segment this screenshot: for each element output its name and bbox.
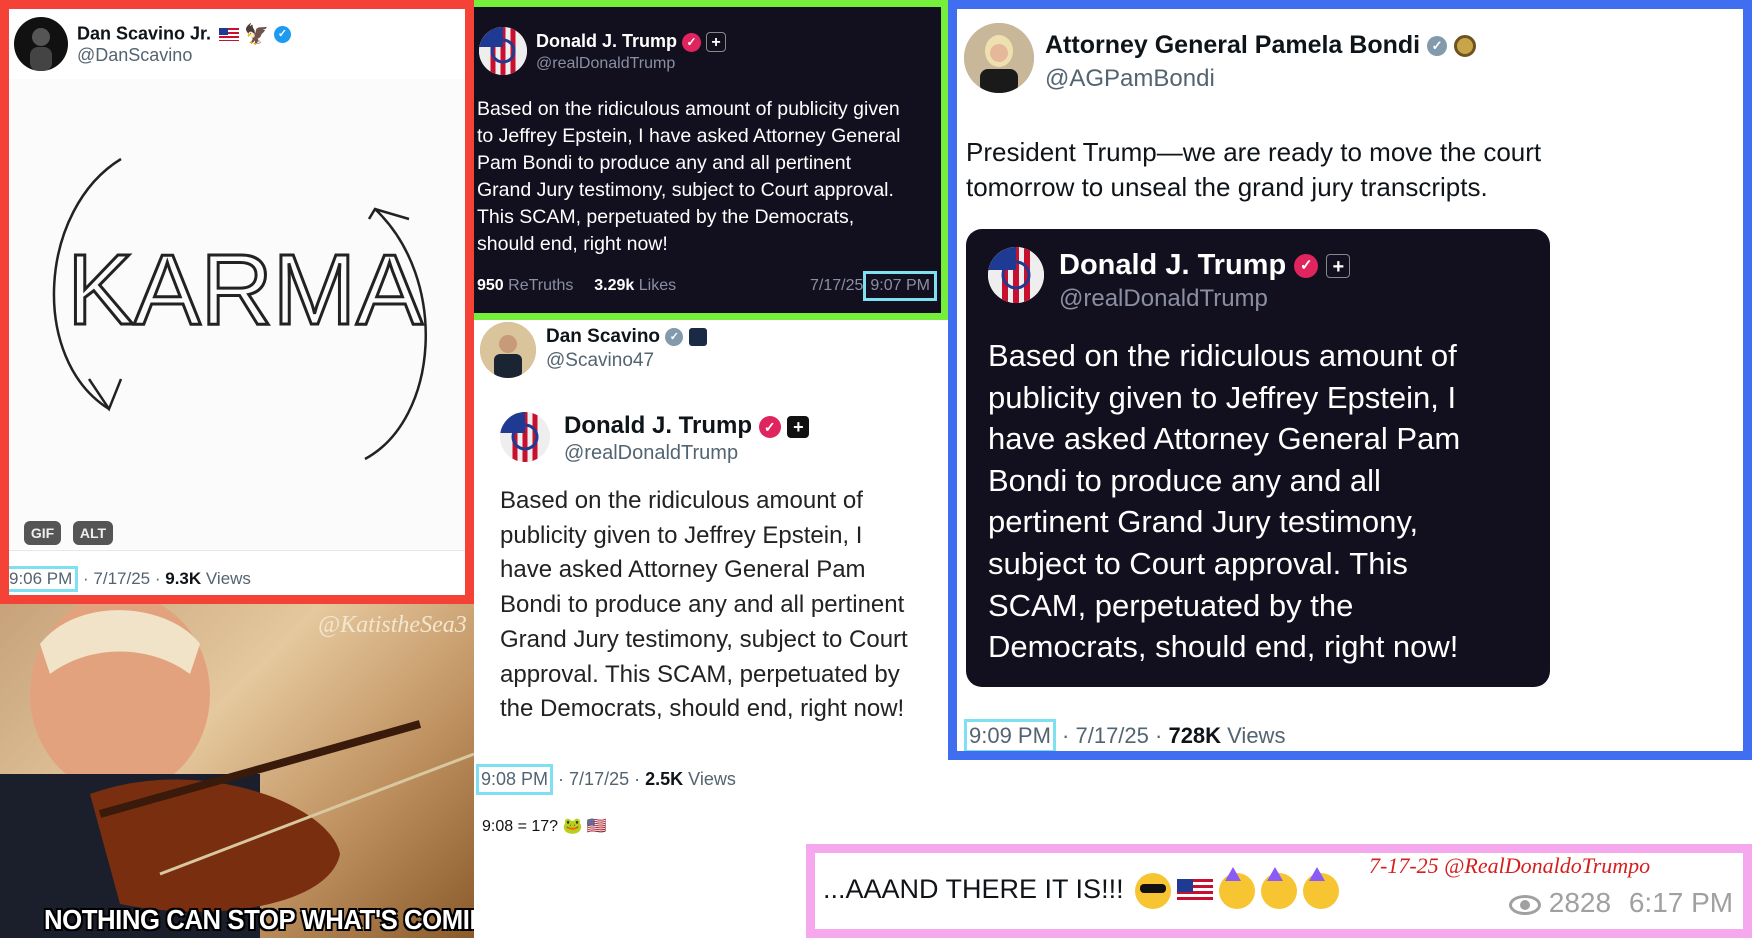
- gif-badge[interactable]: GIF: [24, 521, 61, 545]
- handle[interactable]: @Scavino47: [546, 350, 654, 372]
- retruths-count: 950: [477, 277, 504, 294]
- plus-badge-icon: +: [1326, 254, 1351, 279]
- violinist-illustration: [0, 604, 474, 938]
- alt-badge[interactable]: ALT: [73, 521, 113, 545]
- meme-image: @KatistheSea3 NOTHING CAN STOP WHAT'S CO…: [0, 604, 474, 938]
- scavino-jr-post: Dan Scavino Jr. 🦅 ✓ @DanScavino KARMA GI…: [0, 0, 474, 604]
- display-name[interactable]: Dan Scavino Jr. 🦅 ✓: [77, 22, 292, 47]
- post-meta: 9:06 PM · 7/17/25 · 9.3K Views: [9, 566, 251, 592]
- us-flag-icon: [219, 28, 240, 41]
- timestamp[interactable]: 9:08 PM: [476, 764, 554, 795]
- view-stats: 2828 6:17 PM: [1509, 887, 1733, 919]
- quoted-handle[interactable]: @realDonaldTrump: [564, 442, 738, 465]
- views-count: 9.3K: [165, 569, 202, 588]
- view-count: 2828: [1548, 887, 1612, 918]
- quoted-avatar[interactable]: [500, 412, 550, 462]
- quoted-handle[interactable]: @realDonaldTrump: [1059, 285, 1268, 313]
- us-flag-icon: [1177, 879, 1214, 903]
- avatar[interactable]: [479, 27, 527, 75]
- views-count: 728K: [1168, 723, 1222, 748]
- avatar[interactable]: [480, 322, 536, 378]
- truth-social-post: Donald J. Trump ✓ + @realDonaldTrump Bas…: [474, 0, 948, 320]
- eye-icon: [1509, 894, 1541, 915]
- date-stamp: 7-17-25 @RealDonaldoTrumpo: [1369, 853, 1651, 878]
- doj-seal-icon: [1454, 35, 1477, 58]
- watermark: @KatistheSea3: [318, 612, 467, 638]
- footer-post: ...AAAND THERE IT IS!!! 7-17-25 @RealDon…: [806, 844, 1752, 938]
- caption: 9:08 = 17? 🐸 🇺🇸: [482, 818, 607, 835]
- post-body: President Trump—we are ready to move the…: [966, 137, 1542, 202]
- avatar[interactable]: [14, 17, 68, 71]
- display-name[interactable]: Dan Scavino ✓: [546, 326, 707, 348]
- quoted-post-card[interactable]: Donald J. Trump ✓ + @realDonaldTrump Bas…: [966, 229, 1550, 687]
- verified-badge-icon: ✓: [758, 415, 781, 438]
- quoted-body: Based on the ridiculous amount of public…: [988, 338, 1461, 665]
- handle[interactable]: @DanScavino: [77, 45, 192, 66]
- plus-badge-icon: +: [706, 32, 727, 53]
- quoted-avatar[interactable]: [988, 247, 1044, 303]
- display-name[interactable]: Donald J. Trump ✓ +: [536, 31, 727, 53]
- verified-badge-icon: ✓: [1294, 254, 1319, 279]
- eagle-icon: 🦅: [244, 24, 269, 46]
- footer-text: ...AAAND THERE IT IS!!!: [823, 867, 1345, 909]
- sunglasses-face-icon: [1135, 873, 1172, 909]
- verified-badge-icon: ✓: [274, 26, 292, 43]
- verified-badge-icon: ✓: [682, 32, 702, 52]
- quoted-display-name[interactable]: Donald J. Trump ✓ +: [1059, 249, 1351, 282]
- post-date: 7/17/25 9:07 PM: [810, 271, 937, 301]
- avatar[interactable]: [964, 23, 1034, 93]
- partying-face-icon: [1261, 867, 1298, 909]
- timestamp[interactable]: 9:09 PM: [964, 719, 1056, 751]
- display-name[interactable]: Attorney General Pamela Bondi ✓: [1045, 31, 1477, 60]
- post-time: 6:17 PM: [1628, 887, 1734, 918]
- partying-face-icon: [1303, 867, 1340, 909]
- divider: [9, 550, 465, 551]
- white-house-affiliate-icon: [688, 327, 707, 346]
- quoted-body: Based on the ridiculous amount of public…: [500, 487, 908, 723]
- karma-word: KARMA: [67, 234, 423, 346]
- karma-gif[interactable]: KARMA GIF ALT: [9, 79, 465, 549]
- views-count: 2.5K: [645, 769, 684, 789]
- handle[interactable]: @AGPamBondi: [1045, 65, 1215, 93]
- timestamp[interactable]: 9:07 PM: [863, 271, 937, 301]
- plus-badge-icon: +: [787, 415, 810, 438]
- quoted-display-name[interactable]: Donald J. Trump ✓ +: [564, 412, 810, 440]
- post-meta: 9:09 PM · 7/17/25 · 728K Views: [964, 719, 1285, 751]
- gov-verified-badge-icon: ✓: [665, 327, 684, 346]
- post-meta: 9:08 PM · 7/17/25 · 2.5K Views: [476, 764, 736, 795]
- gov-verified-badge-icon: ✓: [1427, 36, 1448, 57]
- likes-count: 3.29k: [594, 277, 635, 294]
- handle[interactable]: @realDonaldTrump: [536, 55, 675, 73]
- partying-face-icon: [1219, 867, 1256, 909]
- meme-caption: NOTHING CAN STOP WHAT'S COMING: [44, 904, 474, 935]
- post-stats: 950 ReTruths 3.29k Likes: [477, 277, 677, 294]
- timestamp[interactable]: 9:06 PM: [9, 566, 79, 592]
- post-body: Based on the ridiculous amount of public…: [477, 98, 901, 255]
- karma-drawing: KARMA: [52, 157, 427, 461]
- bondi-post: Attorney General Pamela Bondi ✓ @AGPamBo…: [948, 0, 1752, 760]
